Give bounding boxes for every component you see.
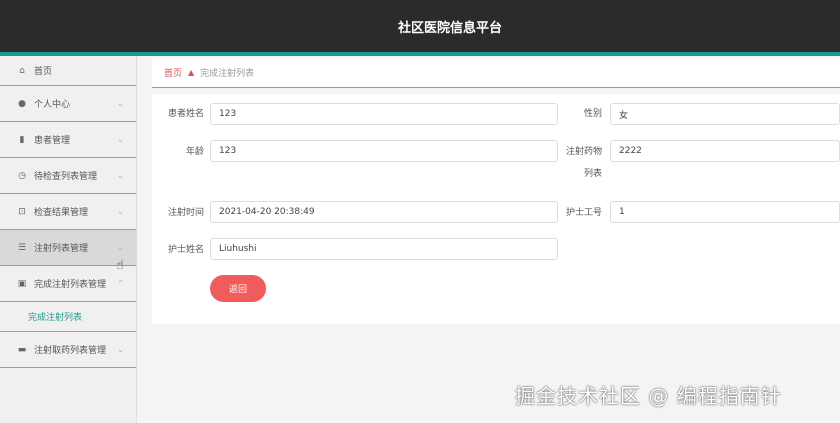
sidebar-item-label: 检查结果管理 xyxy=(34,208,89,218)
home-icon: ▲ xyxy=(188,68,195,77)
chevron-down-icon: ⌄ xyxy=(117,345,124,354)
list-icon: ☰ xyxy=(17,242,27,253)
drug-list-label-line1: 注射药物 xyxy=(565,147,602,157)
gender-input[interactable]: 女 xyxy=(610,103,840,125)
nurse-name-label: 护士姓名 xyxy=(167,245,204,255)
drug-list-label-line2: 列表 xyxy=(583,169,602,179)
breadcrumb-home[interactable]: 首页 xyxy=(164,66,182,79)
sidebar-item-pending-exam[interactable]: ◷ 待检查列表管理 ⌄ xyxy=(0,158,136,194)
back-button[interactable]: 返回 xyxy=(210,275,266,302)
user-icon: ● xyxy=(18,98,26,109)
clock-icon: ◷ xyxy=(18,170,26,181)
chevron-down-icon: ⌄ xyxy=(117,207,124,216)
chevron-down-icon: ⌄ xyxy=(117,135,124,144)
crop-icon: ⊡ xyxy=(18,206,26,217)
monitor-icon: ▬ xyxy=(17,344,27,355)
clipboard-icon: ▣ xyxy=(17,278,27,289)
breadcrumb-current: 完成注射列表 xyxy=(200,69,255,79)
age-label: 年龄 xyxy=(185,147,204,157)
sidebar-item-label: 注射取药列表管理 xyxy=(34,346,107,356)
age-input[interactable]: 123 xyxy=(210,140,558,162)
drug-list-input[interactable]: 2222 xyxy=(610,140,840,162)
home-icon: ⌂ xyxy=(19,65,25,76)
sidebar-item-label: 个人中心 xyxy=(34,100,71,110)
chart-icon: ▮ xyxy=(19,134,25,145)
hand-cursor-icon: ☝ xyxy=(116,258,124,273)
gender-label: 性别 xyxy=(583,109,602,119)
submenu-completed-injection-list[interactable]: 完成注射列表 xyxy=(0,302,136,332)
chevron-down-icon: ⌄ xyxy=(117,171,124,180)
top-header: 社区医院信息平台 xyxy=(0,0,840,52)
patient-name-label: 患者姓名 xyxy=(167,109,204,119)
drug-list-label: 注射药物 列表 xyxy=(562,146,602,181)
sidebar-item-label: 注射列表管理 xyxy=(34,244,89,254)
patient-name-input[interactable]: 123 xyxy=(210,103,558,125)
inject-time-input[interactable]: 2021-04-20 20:38:49 xyxy=(210,201,558,223)
main-content: 首页 ▲ 完成注射列表 患者姓名 123 性别 女 年龄 123 注射药物 列表… xyxy=(152,58,840,423)
sidebar-item-label: 患者管理 xyxy=(34,136,71,146)
watermark: 掘金技术社区 @ 编程指南针 xyxy=(515,384,782,408)
sidebar-item-label: 完成注射列表管理 xyxy=(34,280,107,290)
sidebar-item-label: 待检查列表管理 xyxy=(34,172,98,182)
sidebar: ⌂ 首页 ● 个人中心 ⌄ ▮ 患者管理 ⌄ ◷ 待检查列表管理 ⌄ ⊡ 检查结… xyxy=(0,56,137,423)
sidebar-item-exam-results[interactable]: ⊡ 检查结果管理 ⌄ xyxy=(0,194,136,230)
breadcrumb: 首页 ▲ 完成注射列表 xyxy=(152,58,840,88)
sidebar-item-injection-pickup[interactable]: ▬ 注射取药列表管理 ⌄ xyxy=(0,332,136,368)
nurse-name-input[interactable]: Liuhushi xyxy=(210,238,558,260)
inject-time-label: 注射时间 xyxy=(167,208,204,218)
chevron-down-icon: ⌄ xyxy=(117,243,124,252)
sidebar-item-home[interactable]: ⌂ 首页 xyxy=(0,56,136,86)
sidebar-item-label: 首页 xyxy=(34,67,53,77)
sidebar-item-personal-center[interactable]: ● 个人中心 ⌄ xyxy=(0,86,136,122)
chevron-down-icon: ⌄ xyxy=(117,99,124,108)
sidebar-item-patient-management[interactable]: ▮ 患者管理 ⌄ xyxy=(0,122,136,158)
detail-form: 患者姓名 123 性别 女 年龄 123 注射药物 列表 2222 注射时间 2… xyxy=(152,94,840,324)
nurse-id-label: 护士工号 xyxy=(565,208,602,218)
chevron-up-icon: ⌃ xyxy=(117,279,124,288)
app-title: 社区医院信息平台 xyxy=(397,20,502,36)
nurse-id-input[interactable]: 1 xyxy=(610,201,840,223)
